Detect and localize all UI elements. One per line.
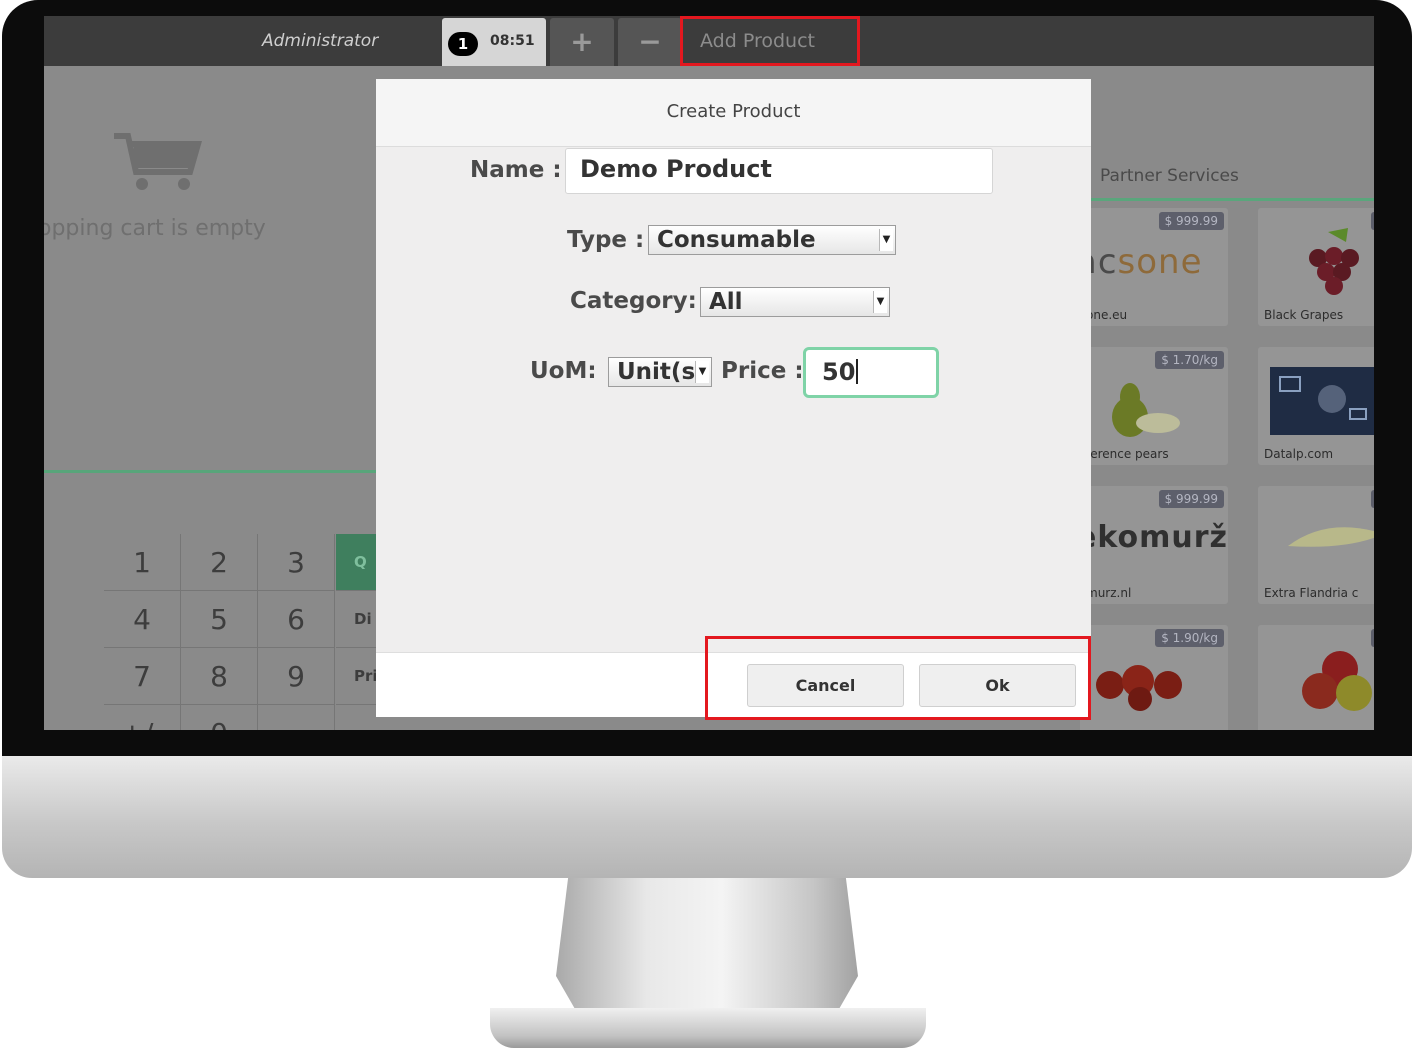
apples-image <box>1302 651 1372 711</box>
product-name-input[interactable]: Demo Product <box>565 148 993 194</box>
category-select[interactable]: All ▼ <box>700 287 890 317</box>
chevron-down-icon: ▼ <box>879 229 893 251</box>
grapes-image <box>1309 228 1359 295</box>
type-select[interactable]: Consumable ▼ <box>648 225 896 255</box>
product-card[interactable]: $ Datalp.com <box>1258 347 1374 465</box>
monitor-stand-base <box>490 1008 926 1048</box>
text-caret <box>856 359 859 384</box>
cart-empty-message: opping cart is empty <box>44 216 266 241</box>
product-name: ference pears <box>1086 447 1169 461</box>
category-label: Category: <box>570 288 697 314</box>
order-time: 08:51 <box>490 33 535 49</box>
product-name: Datalp.com <box>1264 447 1334 461</box>
monitor-chin <box>2 756 1412 878</box>
dialog-title: Create Product <box>666 101 801 122</box>
product-price: $ 999.99 <box>1158 490 1224 508</box>
add-order-button[interactable]: + <box>550 18 614 66</box>
numpad-key-dot[interactable]: . <box>258 705 335 730</box>
product-price: $ 999.99 <box>1158 212 1224 230</box>
price-input-value: 50 <box>822 358 856 386</box>
numpad-key-8[interactable]: 8 <box>181 648 258 705</box>
numpad-key-5[interactable]: 5 <box>181 591 258 648</box>
type-label: Type : <box>567 227 645 253</box>
product-card[interactable]: acsone $ 999.99 one.eu <box>1080 208 1228 326</box>
user-name[interactable]: Administrator <box>262 31 378 51</box>
product-price: $ 1.90/kg <box>1155 629 1224 647</box>
product-price: $ 1.70/kg <box>1155 351 1224 369</box>
numpad-key-1[interactable]: 1 <box>104 534 181 591</box>
numpad-key-2[interactable]: 2 <box>181 534 258 591</box>
category-underline <box>1086 198 1374 201</box>
product-card[interactable]: $ 4 Black Grapes <box>1258 208 1374 326</box>
product-card[interactable]: ekomurž $ 999.99 murz.nl <box>1080 486 1228 604</box>
price-input[interactable]: 50 <box>803 347 939 398</box>
add-product-highlight <box>680 16 860 66</box>
product-card[interactable]: $ 1.70/kg ference pears <box>1080 347 1228 465</box>
datalp-image <box>1270 367 1374 435</box>
numpad-key-9[interactable]: 9 <box>258 648 335 705</box>
tomatoes-image <box>1096 665 1182 711</box>
product-price: $ 2 <box>1370 490 1374 508</box>
product-price: $ 4 <box>1370 212 1374 230</box>
product-name: one.eu <box>1086 308 1128 322</box>
uom-label: UoM: <box>530 358 597 384</box>
product-name: Black Grapes <box>1264 308 1344 322</box>
product-name: murz.nl <box>1086 586 1132 600</box>
chevron-down-icon: ▼ <box>873 291 887 313</box>
category-label: Partner Services <box>1100 166 1239 186</box>
numpad-key-sign[interactable]: +/- <box>104 705 181 730</box>
numpad-key-6[interactable]: 6 <box>258 591 335 648</box>
dialog-buttons-highlight <box>705 636 1091 720</box>
product-price: $ 1 <box>1370 629 1374 647</box>
order-number-badge: 1 <box>448 32 478 56</box>
remove-order-button[interactable]: − <box>618 18 682 66</box>
price-label: Price : <box>721 358 804 384</box>
numpad-key-3[interactable]: 3 <box>258 534 335 591</box>
product-logo: acsone <box>1080 242 1203 282</box>
product-logo: ekomurž <box>1080 520 1228 555</box>
product-card[interactable]: $ 1.90/kg <box>1080 625 1228 730</box>
shopping-cart-icon <box>114 133 202 190</box>
product-name: Extra Flandria c <box>1264 586 1359 600</box>
dialog-header: Create Product <box>376 79 1091 147</box>
monitor-stand <box>556 878 858 1018</box>
pears-image <box>1112 383 1180 437</box>
chevron-down-icon: ▼ <box>695 361 709 383</box>
category-tab-partner-services[interactable]: Partner Services <box>1086 154 1374 201</box>
endive-image <box>1288 527 1374 547</box>
numpad-key-4[interactable]: 4 <box>104 591 181 648</box>
order-tab[interactable]: 1 08:51 <box>442 18 546 66</box>
numpad-key-0[interactable]: 0 <box>181 705 258 730</box>
category-select-value: All <box>709 289 743 315</box>
product-card[interactable]: $ 2 Extra Flandria c <box>1258 486 1374 604</box>
name-label: Name : <box>470 157 562 183</box>
uom-select-value: Unit(s <box>617 359 696 385</box>
uom-select[interactable]: Unit(s ▼ <box>608 357 712 387</box>
type-select-value: Consumable <box>657 227 816 253</box>
product-card[interactable]: $ 1 <box>1258 625 1374 730</box>
create-product-dialog: Create Product Name : Demo Product Type … <box>376 79 1091 717</box>
numpad-key-7[interactable]: 7 <box>104 648 181 705</box>
